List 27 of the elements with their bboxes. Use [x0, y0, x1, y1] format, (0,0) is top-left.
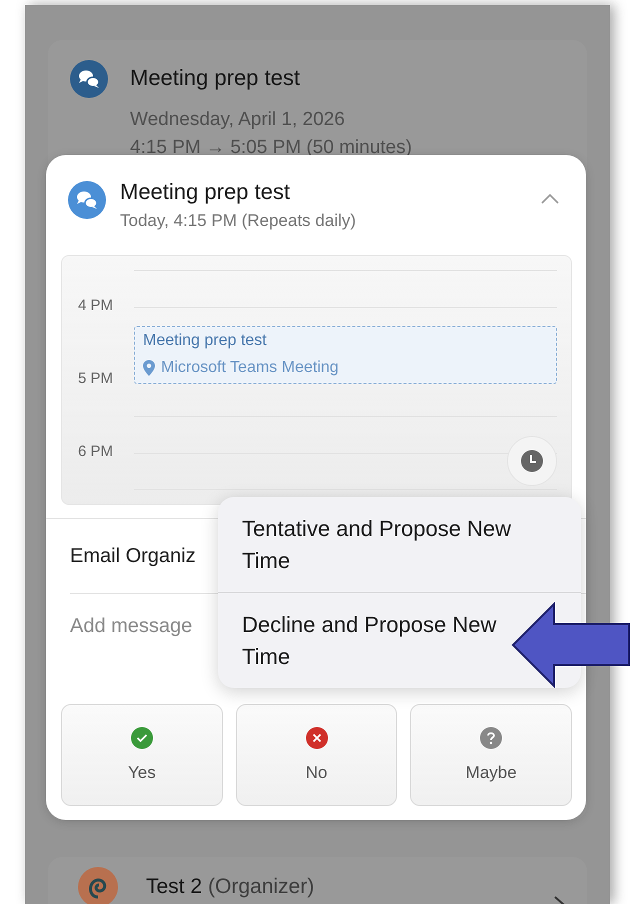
close-circle-icon	[306, 727, 328, 749]
hour-label: 6 PM	[78, 442, 114, 460]
event-block-title: Meeting prep test	[143, 332, 268, 350]
chevron-up-icon	[540, 193, 560, 205]
hour-label: 4 PM	[78, 296, 114, 314]
event-time: 4:15 PM → 5:05 PM (50 minutes)	[130, 136, 413, 160]
check-circle-icon	[130, 727, 153, 749]
swirl-avatar-icon	[78, 867, 118, 904]
event-block[interactable]: Meeting prep test Microsoft Teams Meeting	[134, 326, 557, 384]
response-button[interactable]: Maybe	[410, 704, 572, 806]
event-location: Microsoft Teams Meeting	[161, 359, 339, 377]
question-circle-icon	[480, 727, 502, 749]
menu-item[interactable]: Tentative and Propose New Time	[218, 497, 581, 592]
response-button[interactable]: Yes	[61, 704, 223, 806]
event-date: Wednesday, April 1, 2026	[130, 108, 346, 132]
event-title: Test 2	[146, 875, 202, 898]
location-pin-icon	[143, 360, 155, 376]
event-title: Meeting prep test	[120, 179, 291, 205]
organizer-label: (Organizer)	[208, 875, 314, 898]
chat-bubbles-icon	[68, 181, 106, 219]
hour-label: 5 PM	[78, 370, 114, 386]
chat-bubbles-icon	[70, 60, 108, 98]
clock-button[interactable]	[507, 436, 557, 486]
clock-icon	[521, 450, 543, 472]
event-subtitle: Today, 4:15 PM (Repeats daily)	[120, 211, 357, 231]
response-button[interactable]: No	[236, 704, 398, 806]
event-title: Meeting prep test	[130, 65, 300, 91]
